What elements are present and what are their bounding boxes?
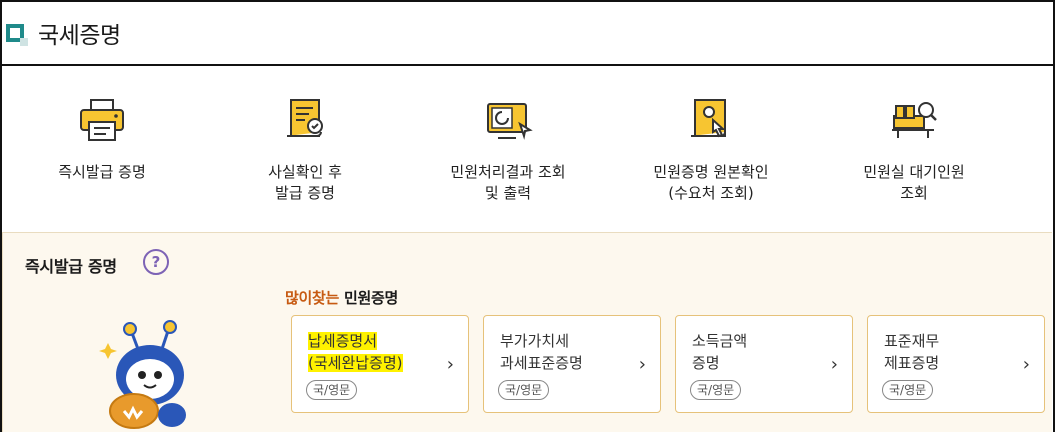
card-title-line1: 납세증명서 (308, 332, 378, 350)
card-income-amount-certificate[interactable]: 소득금액 증명 › 국/영문 (675, 315, 853, 413)
mascot-character-icon (99, 320, 186, 429)
title-bullet-icon (6, 24, 28, 46)
service-waiting-count[interactable]: 민원실 대기인원 조회 (814, 68, 1014, 230)
popular-rest: 민원증명 (339, 289, 398, 307)
certificate-scroll-icon (287, 99, 323, 137)
service-instant-issue[interactable]: 즉시발급 증명 (2, 68, 202, 230)
card-title-line1: 부가가치세 (500, 332, 570, 350)
card-title-line1: 소득금액 (692, 332, 748, 350)
card-title: 표준재무 제표증명 (884, 330, 939, 374)
service-label: 민원증명 원본확인 (수요처 조회) (653, 163, 769, 202)
card-title-line2: 제표증명 (884, 354, 940, 372)
chevron-right-icon: › (446, 354, 454, 375)
card-title-line2: 과세표준증명 (500, 354, 583, 372)
card-title-line1: 표준재무 (884, 332, 940, 350)
page-header: 국세증명 (2, 2, 1053, 66)
card-title-line2: (국세완납증명) (308, 354, 403, 372)
printer-icon (80, 99, 124, 141)
card-title: 납세증명서 (국세완납증명) (308, 330, 403, 374)
instant-issue-panel: 즉시발급 증명 ? 많이찾는 민원증명 납세증명서 (국세완납증명) › 국/영… (2, 232, 1052, 432)
page-title: 국세증명 (38, 23, 121, 49)
panel-title: 즉시발급 증명 (25, 257, 117, 276)
card-title: 소득금액 증명 (692, 330, 747, 374)
popular-highlight: 많이찾는 (285, 289, 340, 307)
language-badge: 국/영문 (498, 380, 550, 400)
monitor-result-icon (487, 103, 533, 140)
card-standard-financial-statement[interactable]: 표준재무 제표증명 › 국/영문 (867, 315, 1045, 413)
help-icon[interactable]: ? (143, 249, 169, 275)
waiting-room-icon (892, 102, 937, 138)
chevron-right-icon: › (830, 354, 838, 375)
language-badge: 국/영문 (882, 380, 934, 400)
popular-heading: 많이찾는 민원증명 (285, 287, 398, 308)
chevron-right-icon: › (638, 354, 646, 375)
service-label: 사실확인 후 발급 증명 (268, 163, 342, 202)
chevron-right-icon: › (1022, 354, 1030, 375)
service-label: 즉시발급 증명 (58, 163, 146, 181)
service-original-verify[interactable]: 민원증명 원본확인 (수요처 조회) (611, 68, 811, 230)
language-badge: 국/영문 (690, 380, 742, 400)
service-label: 민원처리결과 조회 및 출력 (450, 163, 566, 202)
service-result-lookup[interactable]: 민원처리결과 조회 및 출력 (408, 68, 608, 230)
card-title: 부가가치세 과세표준증명 (500, 330, 583, 374)
service-menu: 즉시발급 증명 사실확인 후 발급 증명 민원처리결과 조회 및 출력 민원증명… (2, 68, 1053, 230)
service-label: 민원실 대기인원 조회 (863, 163, 965, 202)
card-title-line2: 증명 (692, 354, 720, 372)
card-tax-payment-certificate[interactable]: 납세증명서 (국세완납증명) › 국/영문 (291, 315, 469, 413)
card-vat-tax-base-certificate[interactable]: 부가가치세 과세표준증명 › 국/영문 (483, 315, 661, 413)
service-fact-confirm[interactable]: 사실확인 후 발급 증명 (205, 68, 405, 230)
language-badge: 국/영문 (306, 380, 358, 400)
document-verify-icon (691, 99, 726, 138)
